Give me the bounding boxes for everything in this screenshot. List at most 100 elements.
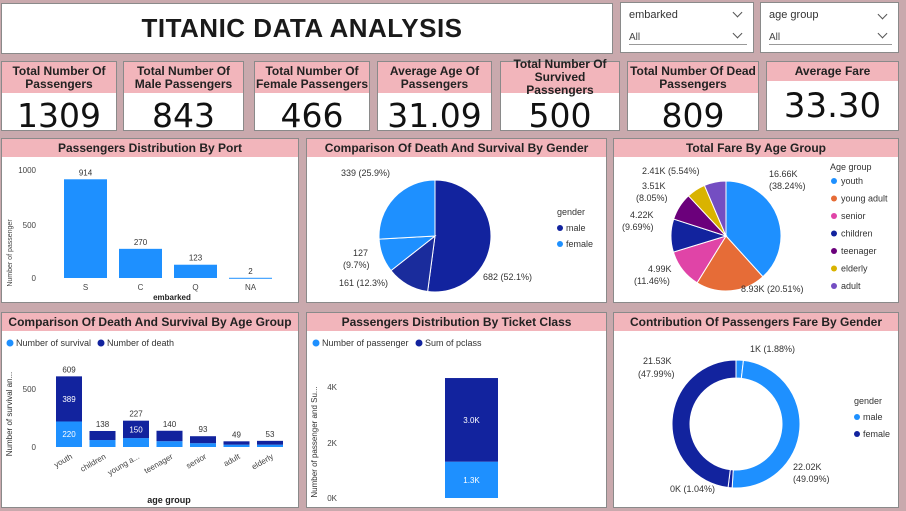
legend-marker [831,213,837,219]
bar-value-label: 270 [134,238,148,247]
bar-death[interactable] [89,430,116,441]
legend-item: Number of survival [16,338,91,348]
data-label: (9.69%) [622,222,654,232]
fare-age-panel: Total Fare By Age Group 16.66K (38.24%) … [613,138,899,303]
legend-marker [415,339,423,347]
kpi-label: Total Number Of Dead Passengers [628,62,758,93]
kpi-label: Total Number Of Passengers [2,62,116,93]
y-tick: 0K [327,494,337,503]
x-tick: S [83,283,88,292]
data-label: 0K (1.04%) [670,484,715,494]
bar-survival[interactable] [223,444,250,447]
data-label: 16.66K [769,169,798,179]
data-label: 21.53K [643,356,672,366]
bar-survival[interactable] [123,438,149,447]
bar-survival[interactable] [257,444,283,447]
legend-item: female [566,239,593,249]
y-tick: 1000 [18,166,36,175]
bar-survival[interactable] [89,440,116,447]
bar[interactable] [229,277,272,279]
pie-slice[interactable] [671,359,737,489]
title-box: TITANIC DATA ANALYSIS [1,3,613,54]
legend-item: senior [841,211,866,221]
kpi-average-age: Average Age Of Passengers 31.09 [377,61,492,135]
bar-value-label: 2 [248,267,253,276]
ticket-class-bar-chart: Number of passenger Sum of pclass Number… [310,338,498,503]
bar[interactable] [174,264,217,278]
data-label: 2.41K (5.54%) [642,166,700,176]
legend-item: female [863,429,890,439]
legend-item: young adult [841,194,888,204]
legend-item: Number of death [107,338,174,348]
bar[interactable] [64,179,107,278]
chart-title: Passengers Distribution By Ticket Class [307,313,606,331]
legend-marker [831,230,837,237]
kpi-survived-passengers: Total Number Of Survived Passengers 500 [500,58,620,135]
legend-marker [831,248,837,254]
chart-title: Comparison Of Death And Survival By Gend… [307,139,606,157]
age-group-select[interactable]: All [769,29,892,45]
data-label: 3.51K [642,181,666,191]
data-label: 161 (12.3%) [339,278,388,288]
legend-item: adult [841,281,861,291]
x-tick: adult [222,452,242,469]
bar-death[interactable] [257,440,283,445]
kpi-value: 843 [152,96,215,135]
bar-death[interactable] [190,436,216,444]
port-chart-panel: Passengers Distribution By Port Number o… [1,138,299,303]
legend-item: male [566,223,586,233]
kpi-value: 809 [661,96,725,135]
pie-slice[interactable] [731,359,801,489]
y-tick: 0 [32,274,37,283]
data-label: (9.7%) [343,260,370,270]
legend-title: gender [854,396,882,406]
data-label: (8.05%) [636,193,668,203]
data-label: (49.09%) [793,474,830,484]
x-tick: C [138,283,144,292]
kpi-value: 466 [280,96,344,135]
age-group-slicer[interactable]: age group All [760,2,899,53]
chevron-down-icon[interactable] [877,9,888,20]
y-tick: 2K [327,439,337,448]
x-tick: children [79,452,108,474]
data-label: 682 (52.1%) [483,272,532,282]
y-tick: 4K [327,383,337,392]
bar-survival[interactable] [190,443,216,447]
bar-death[interactable] [223,441,250,445]
chart-title: Total Fare By Age Group [614,139,898,157]
kpi-average-fare: Average Fare 33.30 [766,61,899,131]
bar-total-label: 138 [96,420,110,429]
embarked-slicer[interactable]: embarked All [620,2,754,53]
pie-slice[interactable] [378,179,436,240]
data-label: 8.93K (20.51%) [741,284,804,294]
chart-title: Comparison Of Death And Survival By Age … [2,313,298,331]
kpi-male-passengers: Total Number Of Male Passengers 843 [123,61,244,135]
x-axis-label: embarked [153,293,191,302]
legend-marker [312,339,320,347]
port-bar-chart: Number of passenger 1000 500 0 914 S 270 C 1… [7,166,272,302]
data-label: 339 (25.9%) [341,168,390,178]
fare-gender-donut: 1K (1.88%) 21.53K (47.99%) 22.02K (49.09… [638,344,890,494]
chart-title: Passengers Distribution By Port [2,139,298,157]
kpi-label: Total Number Of Male Passengers [124,62,243,93]
legend-marker [557,241,563,247]
y-axis-label: Number of survival an... [5,372,14,456]
bar-survival[interactable] [156,441,183,447]
y-tick: 500 [23,385,37,394]
age-group-slicer-label: age group [769,9,819,21]
bar-inner-label: 389 [62,395,76,404]
pie-slice[interactable] [427,179,492,293]
x-tick: Q [192,283,198,292]
kpi-female-passengers: Total Number Of Female Passengers 466 [254,61,370,135]
kpi-value: 31.09 [387,96,482,135]
y-axis-label: Number of passenger [7,219,14,287]
legend-item: male [863,412,883,422]
bar-death[interactable] [156,430,183,442]
embarked-select[interactable]: All [629,29,747,45]
y-axis-label: Number of passenger and Su... [310,386,319,497]
y-tick: 0 [32,443,37,452]
legend-item: elderly [841,264,868,274]
bar[interactable] [119,248,162,278]
chevron-down-icon[interactable] [732,7,743,18]
bar-total-label: 49 [232,430,241,439]
